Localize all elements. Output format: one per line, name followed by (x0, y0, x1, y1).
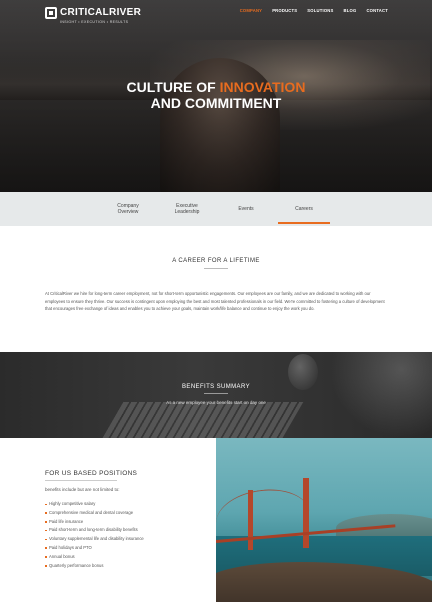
logo-text: CRITICALRIVER (60, 7, 142, 18)
benefit-list: Highly competitive salary Comprehensive … (45, 500, 144, 570)
banner-light (330, 352, 432, 438)
nav-item-solutions[interactable]: SOLUTIONS (307, 8, 333, 13)
tab-events[interactable]: Events (226, 192, 266, 226)
us-positions-intro: benefits include but are not limited to: (45, 487, 120, 492)
tab-careers[interactable]: Careers (282, 192, 326, 226)
logo-icon (45, 7, 57, 19)
benefits-banner (0, 352, 432, 438)
keyboard-image (96, 402, 304, 438)
tab-company-overview[interactable]: Company Overview (108, 192, 148, 226)
golden-gate-bridge-image (216, 438, 432, 602)
nav-item-contact[interactable]: CONTACT (366, 8, 388, 13)
list-item: Voluntary supplemental life and disabili… (45, 535, 144, 544)
us-positions-divider (45, 480, 117, 481)
list-item: Comprehensive medical and dental coverag… (45, 509, 144, 518)
logo[interactable]: CRITICALRIVER (45, 6, 141, 20)
benefits-divider (204, 393, 228, 394)
nav-item-products[interactable]: PRODUCTS (272, 8, 297, 13)
list-item: Quarterly performance bonus (45, 562, 144, 571)
logo-tagline: INSIGHT • EXECUTION • RESULTS (60, 20, 129, 24)
active-tab-indicator (278, 222, 330, 224)
list-item: Paid short-term and long-term disability… (45, 526, 144, 535)
bridge-tower (303, 478, 309, 548)
hero-title-prefix: CULTURE OF (126, 79, 220, 95)
hero-title-line2: AND COMMITMENT (150, 95, 282, 111)
benefits-heading: BENEFITS SUMMARY (182, 384, 250, 390)
hero-title-highlight: INNOVATION (219, 79, 306, 95)
us-positions-title: FOR US BASED POSITIONS (45, 470, 138, 477)
nav-item-blog[interactable]: BLOG (344, 8, 357, 13)
nav-item-company[interactable]: COMPANY (240, 8, 263, 13)
list-item: Highly competitive salary (45, 500, 144, 509)
tab-executive-leadership[interactable]: Executive Leadership (167, 192, 207, 226)
career-body: At CriticalRiver we hire for long-term c… (45, 291, 385, 311)
bridge-tower (248, 490, 253, 550)
career-heading: A CAREER FOR A LIFETIME (172, 258, 260, 264)
career-divider (204, 268, 228, 269)
section-tabs: Company Overview Executive Leadership Ev… (0, 192, 432, 226)
hero-banner: CRITICALRIVER INSIGHT • EXECUTION • RESU… (0, 0, 432, 192)
benefits-subtitle: As a new employee your benefits start on… (166, 400, 266, 405)
list-item: Paid life insurance (45, 518, 144, 527)
main-nav: COMPANY PRODUCTS SOLUTIONS BLOG CONTACT (240, 8, 388, 13)
list-item: Paid holidays and PTO (45, 544, 144, 553)
list-item: Annual bonus (45, 553, 144, 562)
